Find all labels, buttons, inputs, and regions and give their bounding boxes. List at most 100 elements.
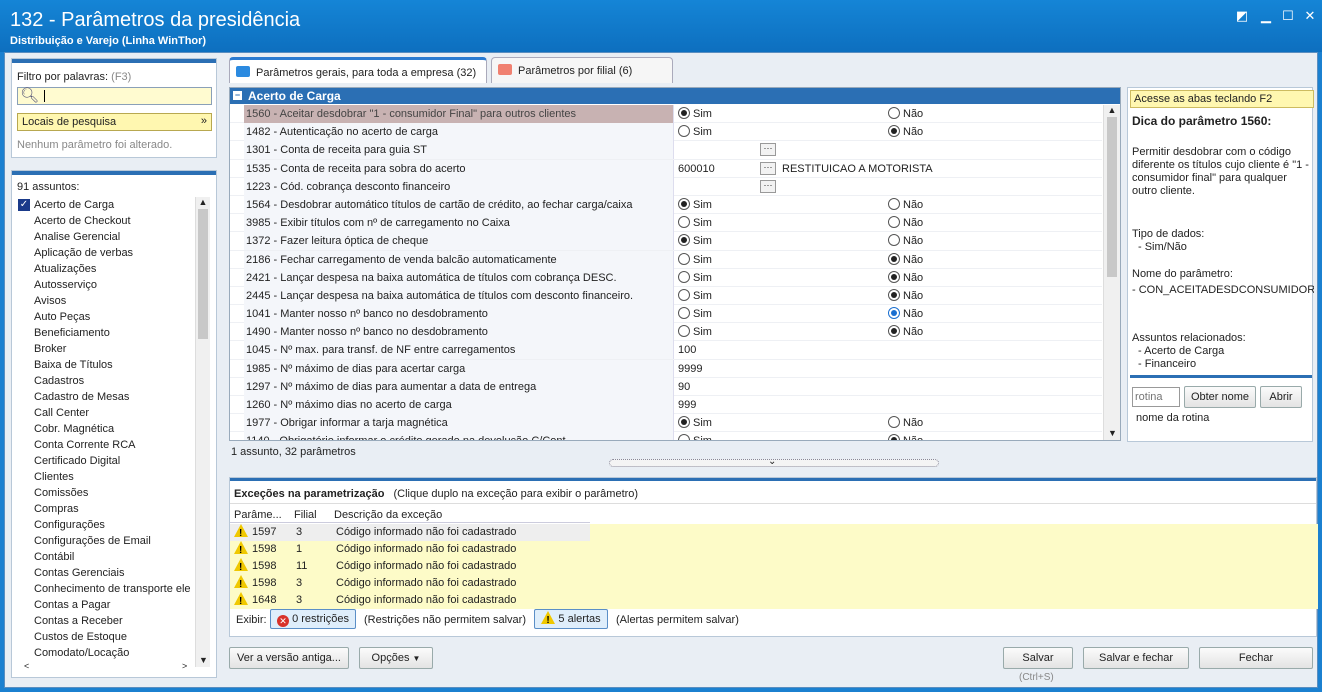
param-row[interactable]: 1260 - Nº máximo dias no acerto de carga… bbox=[230, 396, 1102, 415]
subject-item[interactable]: Certificado Digital bbox=[13, 453, 203, 469]
subject-item[interactable]: Comodato/Locação bbox=[13, 645, 203, 661]
restrictions-toggle[interactable]: ✕ 0 restrições bbox=[270, 609, 356, 629]
param-row[interactable]: 1045 - Nº max. para transf. de NF entre … bbox=[230, 341, 1102, 360]
subject-item[interactable]: Atualizações bbox=[13, 261, 203, 277]
minimize-icon[interactable]: ▁ bbox=[1258, 8, 1274, 24]
options-button[interactable]: Opções ▼ bbox=[359, 647, 433, 669]
subject-item[interactable]: Beneficiamento bbox=[13, 325, 203, 341]
save-close-button[interactable]: Salvar e fechar bbox=[1083, 647, 1189, 669]
filter-input[interactable]: 🔍︎ bbox=[17, 87, 212, 105]
subject-item[interactable]: Auto Peças bbox=[13, 309, 203, 325]
radio-sim[interactable]: Sim bbox=[678, 232, 712, 250]
lookup-button[interactable]: ··· bbox=[760, 179, 776, 193]
radio-sim[interactable]: Sim bbox=[678, 105, 712, 123]
subject-item[interactable]: Contas Gerenciais bbox=[13, 565, 203, 581]
subject-item[interactable]: Clientes bbox=[13, 469, 203, 485]
subject-item[interactable]: Conhecimento de transporte ele bbox=[13, 581, 203, 597]
collapse-icon[interactable]: − bbox=[233, 91, 242, 100]
param-value[interactable]: 9999 bbox=[678, 360, 702, 378]
alerts-toggle[interactable]: 5 alertas bbox=[534, 609, 608, 630]
param-row[interactable]: 1977 - Obrigar informar a tarja magnétic… bbox=[230, 414, 1102, 433]
col-descricao[interactable]: Descrição da exceção bbox=[334, 507, 442, 523]
radio-nao[interactable]: Não bbox=[888, 305, 923, 323]
old-version-button[interactable]: Ver a versão antiga... bbox=[229, 647, 349, 669]
save-button[interactable]: Salvar bbox=[1003, 647, 1073, 669]
param-row[interactable]: 1535 - Conta de receita para sobra do ac… bbox=[230, 159, 1102, 178]
exception-row[interactable]: 1597 3 Código informado não foi cadastrado bbox=[230, 524, 1318, 542]
param-row[interactable]: 1490 - Manter nosso nº banco no desdobra… bbox=[230, 323, 1102, 342]
radio-sim[interactable]: Sim bbox=[678, 305, 712, 323]
subject-item[interactable]: Autosserviço bbox=[13, 277, 203, 293]
param-row[interactable]: 1140 - Obrigatório informar o crédito ge… bbox=[230, 432, 1102, 440]
rotina-input[interactable] bbox=[1132, 387, 1180, 407]
param-row[interactable]: 1564 - Desdobrar automático títulos de c… bbox=[230, 195, 1102, 215]
subject-item[interactable]: Baixa de Títulos bbox=[13, 357, 203, 373]
obter-nome-button[interactable]: Obter nome bbox=[1184, 386, 1256, 408]
radio-nao[interactable]: Não bbox=[888, 232, 923, 250]
col-filial[interactable]: Filial bbox=[294, 507, 317, 523]
param-row[interactable]: 2421 - Lançar despesa na baixa automátic… bbox=[230, 268, 1102, 287]
exception-row[interactable]: 1648 3 Código informado não foi cadastrado bbox=[230, 592, 1318, 610]
maximize-icon[interactable]: ☐ bbox=[1280, 8, 1296, 24]
param-row[interactable]: 1297 - Nº máximo de dias para aumentar a… bbox=[230, 377, 1102, 396]
subject-item[interactable]: Call Center bbox=[13, 405, 203, 421]
radio-sim[interactable]: Sim bbox=[678, 323, 712, 341]
param-row[interactable]: 1372 - Fazer leitura óptica de cheque Sim… bbox=[230, 232, 1102, 251]
theme-icon[interactable]: ◩ bbox=[1234, 8, 1250, 24]
param-value[interactable]: 999 bbox=[678, 396, 696, 414]
subject-item[interactable]: Broker bbox=[13, 341, 203, 357]
exception-row[interactable]: 1598 11 Código informado não foi cadastrad… bbox=[230, 558, 1318, 576]
radio-nao[interactable]: Não bbox=[888, 269, 923, 287]
radio-nao[interactable]: Não bbox=[888, 214, 923, 232]
radio-sim[interactable]: Sim bbox=[678, 269, 712, 287]
param-row[interactable]: 1482 - Autenticação no acerto de carga Si… bbox=[230, 123, 1102, 142]
radio-nao[interactable]: Não bbox=[888, 432, 923, 440]
radio-sim[interactable]: Sim bbox=[678, 414, 712, 432]
radio-sim[interactable]: Sim bbox=[678, 214, 712, 232]
subject-item[interactable]: Aplicação de verbas bbox=[13, 245, 203, 261]
subject-item[interactable]: Custos de Estoque bbox=[13, 629, 203, 645]
subject-item[interactable]: Compras bbox=[13, 501, 203, 517]
abrir-button[interactable]: Abrir bbox=[1260, 386, 1302, 408]
subject-item[interactable]: Cobr. Magnética bbox=[13, 421, 203, 437]
subject-item[interactable]: Avisos bbox=[13, 293, 203, 309]
subject-item[interactable]: Contas a Receber bbox=[13, 613, 203, 629]
radio-sim[interactable]: Sim bbox=[678, 196, 712, 214]
radio-nao[interactable]: Não bbox=[888, 123, 923, 141]
subject-item[interactable]: Cadastros bbox=[13, 373, 203, 389]
radio-sim[interactable]: Sim bbox=[678, 251, 712, 269]
subject-item[interactable]: Analise Gerencial bbox=[13, 229, 203, 245]
tab-general[interactable]: Parâmetros gerais, para toda a empresa (… bbox=[229, 57, 487, 83]
subject-item[interactable]: Acerto de Checkout bbox=[13, 213, 203, 229]
param-value[interactable]: 600010 bbox=[678, 160, 715, 178]
param-row[interactable]: 1985 - Nº máximo de dias para acertar ca… bbox=[230, 359, 1102, 378]
subject-item[interactable]: Conta Corrente RCA bbox=[13, 437, 203, 453]
radio-nao[interactable]: Não bbox=[888, 105, 923, 123]
subject-item[interactable]: Cadastro de Mesas bbox=[13, 389, 203, 405]
radio-nao[interactable]: Não bbox=[888, 287, 923, 305]
param-row[interactable]: 3985 - Exibir títulos com nº de carregam… bbox=[230, 214, 1102, 233]
radio-nao[interactable]: Não bbox=[888, 196, 923, 214]
radio-nao[interactable]: Não bbox=[888, 323, 923, 341]
exception-row[interactable]: 1598 3 Código informado não foi cadastrado bbox=[230, 575, 1318, 593]
subject-item[interactable]: Configurações bbox=[13, 517, 203, 533]
radio-sim[interactable]: Sim bbox=[678, 432, 712, 440]
splitter-handle[interactable]: ⌄ bbox=[609, 456, 939, 467]
param-row[interactable]: 2186 - Fechar carregamento de venda balc… bbox=[230, 250, 1102, 269]
subjects-hscroll[interactable]: < > bbox=[14, 661, 194, 675]
param-row[interactable]: 2445 - Lançar despesa na baixa automátic… bbox=[230, 286, 1102, 306]
subject-item[interactable]: Contábil bbox=[13, 549, 203, 565]
radio-sim[interactable]: Sim bbox=[678, 123, 712, 141]
params-scrollbar[interactable]: ▲ ▼ bbox=[1103, 105, 1120, 440]
param-value[interactable]: 90 bbox=[678, 378, 690, 396]
close-button[interactable]: Fechar bbox=[1199, 647, 1313, 669]
param-value[interactable]: 100 bbox=[678, 341, 696, 359]
subject-item[interactable]: Contas a Pagar bbox=[13, 597, 203, 613]
radio-nao[interactable]: Não bbox=[888, 251, 923, 269]
param-row[interactable]: 1041 - Manter nosso nº banco no desdobra… bbox=[230, 305, 1102, 324]
exception-row[interactable]: 1598 1 Código informado não foi cadastrado bbox=[230, 541, 1318, 559]
radio-sim[interactable]: Sim bbox=[678, 287, 712, 305]
param-row[interactable]: 1223 - Cód. cobrança desconto financeiro… bbox=[230, 177, 1102, 196]
group-header[interactable]: − Acerto de Carga bbox=[230, 88, 1120, 104]
lookup-button[interactable]: ··· bbox=[760, 143, 776, 157]
